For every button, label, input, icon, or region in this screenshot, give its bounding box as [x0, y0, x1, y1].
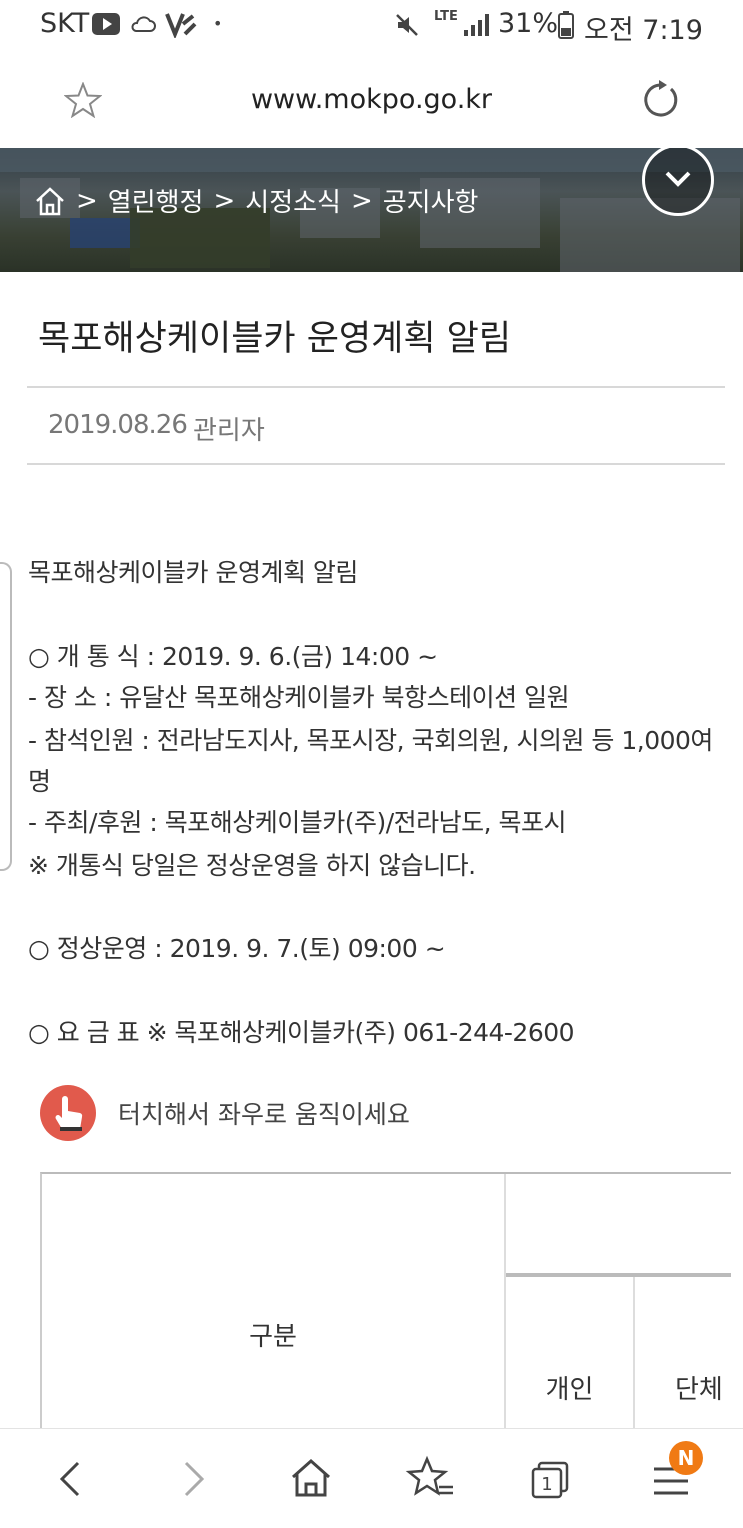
- forward-icon[interactable]: [162, 1449, 222, 1509]
- table-header-category: 구분: [42, 1174, 506, 1434]
- clock: 오전 7:19: [584, 15, 703, 46]
- tab-count: 1: [541, 1474, 552, 1495]
- carrier-label: SKT: [40, 8, 90, 39]
- url-field[interactable]: www.mokpo.go.kr: [0, 84, 743, 115]
- home-icon[interactable]: [34, 186, 66, 216]
- body-line: 목포해상케이블카 운영계획 알림: [28, 558, 358, 587]
- body-line: - 장 소 : 유달산 목포해상케이블카 북항스테이션 일원: [28, 683, 570, 712]
- fare-table[interactable]: 구분 개인 단체: [40, 1172, 731, 1434]
- breadcrumb-separator: >: [213, 185, 236, 216]
- divider: [27, 386, 725, 388]
- body-line: ※ 개통식 당일은 정상운영을 하지 않습니다.: [28, 851, 476, 880]
- signal-icon: [464, 14, 489, 36]
- body-line: ○ 개 통 식 : 2019. 9. 6.(금) 14:00 ~: [28, 642, 438, 671]
- table-header-individual-label: 개인: [545, 1374, 594, 1405]
- network-label: LTE: [434, 9, 458, 24]
- cloud-sync-icon: [131, 16, 156, 32]
- table-header-group-label: 단체: [675, 1374, 723, 1405]
- reload-icon[interactable]: [640, 80, 680, 120]
- hero-banner: > 열린행정 > 시정소식 > 공지사항: [0, 148, 743, 272]
- body-line: ○ 정상운영 : 2019. 9. 7.(토) 09:00 ~: [28, 934, 446, 963]
- chevron-down-icon: [665, 171, 691, 187]
- table-header-group-rate: 단체: [635, 1277, 731, 1434]
- breadcrumb-separator: >: [76, 185, 98, 216]
- youtube-icon: [92, 13, 120, 35]
- breadcrumb: > 열린행정 > 시정소식 > 공지사항: [34, 182, 478, 219]
- touch-hint: 터치해서 좌우로 움직이세요: [40, 1085, 640, 1141]
- browser-url-bar: www.mokpo.go.kr: [0, 52, 743, 148]
- breadcrumb-item-notice[interactable]: 공지사항: [383, 182, 479, 219]
- notification-badge: N: [669, 1441, 703, 1475]
- divider: [27, 463, 725, 465]
- back-icon[interactable]: [42, 1449, 102, 1509]
- table-header-individual: 개인: [506, 1277, 635, 1434]
- breadcrumb-item-open-admin[interactable]: 열린행정: [108, 182, 204, 219]
- status-bar: SKT • LTE 31% 오전 7:19: [0, 0, 743, 52]
- menu-expand-button[interactable]: [642, 148, 714, 216]
- breadcrumb-separator: >: [350, 185, 373, 216]
- v3-app-icon: [165, 13, 197, 38]
- post-author: 관리자: [193, 416, 265, 446]
- touch-hand-icon: [40, 1085, 96, 1141]
- body-line: - 주최/후원 : 목포해상케이블카(주)/전라남도, 목포시: [28, 808, 567, 837]
- body-line: 명: [28, 767, 51, 796]
- more-notifications-dot: •: [213, 14, 223, 33]
- touch-hint-text: 터치해서 좌우로 움직이세요: [118, 1100, 410, 1129]
- breadcrumb-item-city-news[interactable]: 시정소식: [245, 182, 341, 219]
- home-icon[interactable]: [281, 1449, 341, 1509]
- battery-icon: [558, 11, 574, 39]
- browser-bottom-nav: 1: [0, 1428, 743, 1528]
- mute-icon: [396, 14, 418, 36]
- bookmarks-icon[interactable]: [401, 1449, 461, 1509]
- body-line: ○ 요 금 표 ※ 목포해상케이블카(주) 061-244-2600: [28, 1018, 575, 1047]
- battery-percent: 31%: [498, 8, 559, 39]
- body-line: - 참석인원 : 전라남도지사, 목포시장, 국회의원, 시의원 등 1,000…: [28, 726, 713, 755]
- post-date: 2019.08.26: [48, 410, 188, 440]
- page-title: 목포해상케이블카 운영계획 알림: [38, 319, 512, 359]
- tabs-icon[interactable]: 1: [521, 1449, 581, 1509]
- table-header-group: [506, 1174, 731, 1277]
- side-scroll-indicator[interactable]: [0, 562, 12, 871]
